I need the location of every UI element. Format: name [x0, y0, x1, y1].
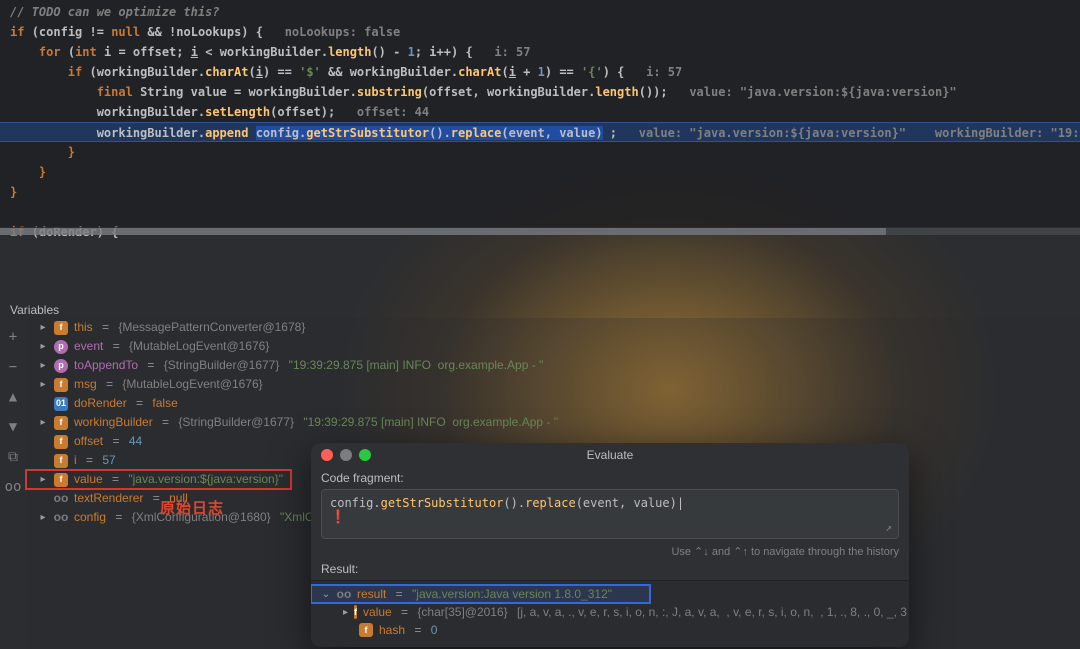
result-name: result — [357, 587, 386, 601]
result-child-value[interactable]: ▸ f value = {char[35]@2016} [j, a, v, a,… — [311, 603, 909, 621]
variable-row[interactable]: ▸fthis = {MessagePatternConverter@1678} — [26, 318, 1080, 337]
var-name: textRenderer — [74, 489, 143, 508]
var-type-icon: f — [54, 454, 68, 468]
var-name: event — [74, 337, 103, 356]
field-icon: f — [359, 623, 373, 637]
error-icon: ❗ — [330, 510, 346, 525]
overlay-annotation-original-log: 原始日志 — [160, 497, 224, 518]
var-type-icon: 01 — [54, 397, 68, 411]
variables-title: Variables — [10, 303, 59, 317]
var-type-icon: f — [54, 435, 68, 449]
var-type-icon: oo — [54, 511, 68, 525]
chevron-right-icon[interactable]: ▸ — [38, 508, 48, 527]
code-line: workingBuilder.setLength(offset); offset… — [0, 102, 1080, 122]
var-name: toAppendTo — [74, 356, 138, 375]
var-name: workingBuilder — [74, 413, 153, 432]
chevron-right-icon[interactable]: ▸ — [343, 607, 348, 618]
variables-gutter: + − ▲ ▼ ⧉ oo — [0, 318, 26, 496]
var-type-icon: f — [54, 378, 68, 392]
code-line: if (workingBuilder.charAt(i) == '$' && w… — [0, 62, 1080, 82]
code-fragment-input[interactable]: config.getStrSubstitutor().replace(event… — [321, 489, 899, 539]
variable-row[interactable]: 01doRender = false — [26, 394, 1080, 413]
code-line: for (int i = offset; i < workingBuilder.… — [0, 42, 1080, 62]
watch-down-button[interactable]: ▼ — [4, 418, 22, 436]
result-value: "java.version:Java version 1.8.0_312" — [412, 587, 612, 601]
code-line: } — [0, 162, 1080, 182]
var-type-icon: p — [54, 340, 68, 354]
var-type-icon: f — [54, 473, 68, 487]
var-name: i — [74, 451, 77, 470]
watch-up-button[interactable]: ▲ — [4, 388, 22, 406]
code-line-current: workingBuilder.append config.getStrSubst… — [0, 122, 1080, 142]
variable-row[interactable]: ▸ptoAppendTo = {StringBuilder@1677} "19:… — [26, 356, 1080, 375]
chevron-right-icon[interactable]: ▸ — [38, 318, 48, 337]
remove-watch-button[interactable]: − — [4, 358, 22, 376]
add-watch-button[interactable]: + — [4, 328, 22, 346]
code-editor[interactable]: // TODO can we optimize this? if (config… — [0, 0, 1080, 235]
var-type-icon: oo — [54, 492, 68, 506]
chevron-right-icon[interactable]: ▸ — [38, 356, 48, 375]
var-type-icon: f — [54, 416, 68, 430]
editor-h-scrollbar[interactable] — [0, 227, 1080, 235]
code-line: if (config != null && !noLookups) { noLo… — [0, 22, 1080, 42]
code-line: // TODO can we optimize this? — [0, 2, 1080, 22]
evaluate-dialog[interactable]: Evaluate Code fragment: config.getStrSub… — [311, 443, 909, 647]
code-line: } — [0, 182, 1080, 202]
code-fragment-label: Code fragment: — [321, 471, 899, 485]
dialog-titlebar[interactable]: Evaluate — [311, 443, 909, 467]
chevron-right-icon[interactable]: ▸ — [38, 470, 48, 489]
dialog-title: Evaluate — [311, 448, 909, 462]
field-icon: f — [354, 605, 357, 619]
scroll-thumb[interactable] — [0, 228, 886, 235]
result-child-hash[interactable]: f hash = 0 — [311, 621, 909, 639]
history-hint: Use ⌃↓ and ⌃↑ to navigate through the hi… — [321, 539, 899, 562]
expand-icon[interactable]: ↗ — [885, 521, 892, 534]
var-name: config — [74, 508, 106, 527]
variable-row[interactable]: ▸pevent = {MutableLogEvent@1676} — [26, 337, 1080, 356]
var-name: msg — [74, 375, 97, 394]
var-name: this — [74, 318, 93, 337]
code-line — [0, 202, 1080, 222]
chevron-right-icon[interactable]: ▸ — [38, 375, 48, 394]
result-label: Result: — [321, 562, 899, 576]
var-name: offset — [74, 432, 103, 451]
var-name: value — [74, 470, 103, 489]
result-root-row[interactable]: ⌄ oo result = "java.version:Java version… — [311, 585, 650, 603]
chevron-down-icon[interactable]: ⌄ — [321, 589, 331, 600]
chevron-right-icon[interactable]: ▸ — [38, 413, 48, 432]
duplicate-watch-button[interactable]: ⧉ — [4, 448, 22, 466]
result-type-icon: oo — [337, 587, 351, 601]
code-line: } — [0, 142, 1080, 162]
code-line: final String value = workingBuilder.subs… — [0, 82, 1080, 102]
variable-row[interactable]: ▸fvalue = "java.version:${java:version}" — [26, 470, 291, 489]
var-type-icon: p — [54, 359, 68, 373]
variable-row[interactable]: ▸fmsg = {MutableLogEvent@1676} — [26, 375, 1080, 394]
chevron-right-icon[interactable]: ▸ — [38, 337, 48, 356]
variable-row[interactable]: ▸fworkingBuilder = {StringBuilder@1677} … — [26, 413, 1080, 432]
watches-link-icon[interactable]: oo — [4, 478, 22, 496]
var-name: doRender — [74, 394, 127, 413]
var-type-icon: f — [54, 321, 68, 335]
result-tree[interactable]: ⌄ oo result = "java.version:Java version… — [311, 580, 909, 647]
